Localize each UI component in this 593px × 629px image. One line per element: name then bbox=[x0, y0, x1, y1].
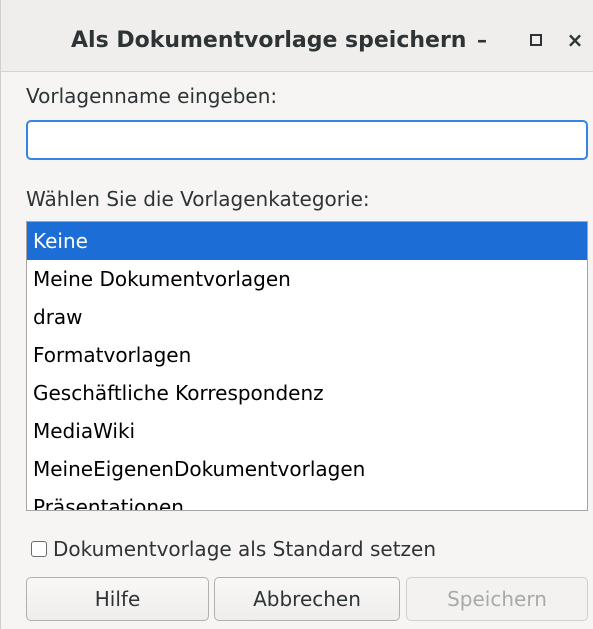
list-item[interactable]: Präsentationen bbox=[27, 488, 587, 510]
template-category-list[interactable]: Keine Meine Dokumentvorlagen draw Format… bbox=[26, 221, 588, 511]
template-category-label: Wählen Sie die Vorlagenkategorie: bbox=[26, 187, 370, 211]
list-item[interactable]: MediaWiki bbox=[27, 412, 587, 450]
cancel-button[interactable]: Abbrechen bbox=[214, 577, 400, 621]
list-item[interactable]: Formatvorlagen bbox=[27, 336, 587, 374]
list-item[interactable]: Keine bbox=[27, 222, 587, 260]
save-button[interactable]: Speichern bbox=[406, 577, 588, 621]
save-as-template-dialog: Als Dokumentvorlage speichern – × Vorlag… bbox=[0, 0, 593, 629]
list-item[interactable]: draw bbox=[27, 298, 587, 336]
list-item[interactable]: MeineEigenenDokumentvorlagen bbox=[27, 450, 587, 488]
title-bar[interactable]: Als Dokumentvorlage speichern – × bbox=[1, 0, 593, 72]
minimize-icon[interactable]: – bbox=[468, 26, 496, 54]
help-button[interactable]: Hilfe bbox=[26, 577, 209, 621]
list-item[interactable]: Meine Dokumentvorlagen bbox=[27, 260, 587, 298]
close-icon[interactable]: × bbox=[561, 26, 589, 54]
list-item[interactable]: Geschäftliche Korrespondenz bbox=[27, 374, 587, 412]
template-name-label: Vorlagenname eingeben: bbox=[26, 84, 278, 108]
default-template-checkbox-label[interactable]: Dokumentvorlage als Standard setzen bbox=[53, 537, 436, 561]
template-name-input[interactable] bbox=[26, 120, 588, 160]
dialog-title: Als Dokumentvorlage speichern bbox=[71, 28, 467, 53]
default-template-option[interactable]: Dokumentvorlage als Standard setzen bbox=[31, 536, 436, 562]
maximize-icon[interactable] bbox=[522, 26, 550, 54]
default-template-checkbox[interactable] bbox=[31, 541, 47, 557]
